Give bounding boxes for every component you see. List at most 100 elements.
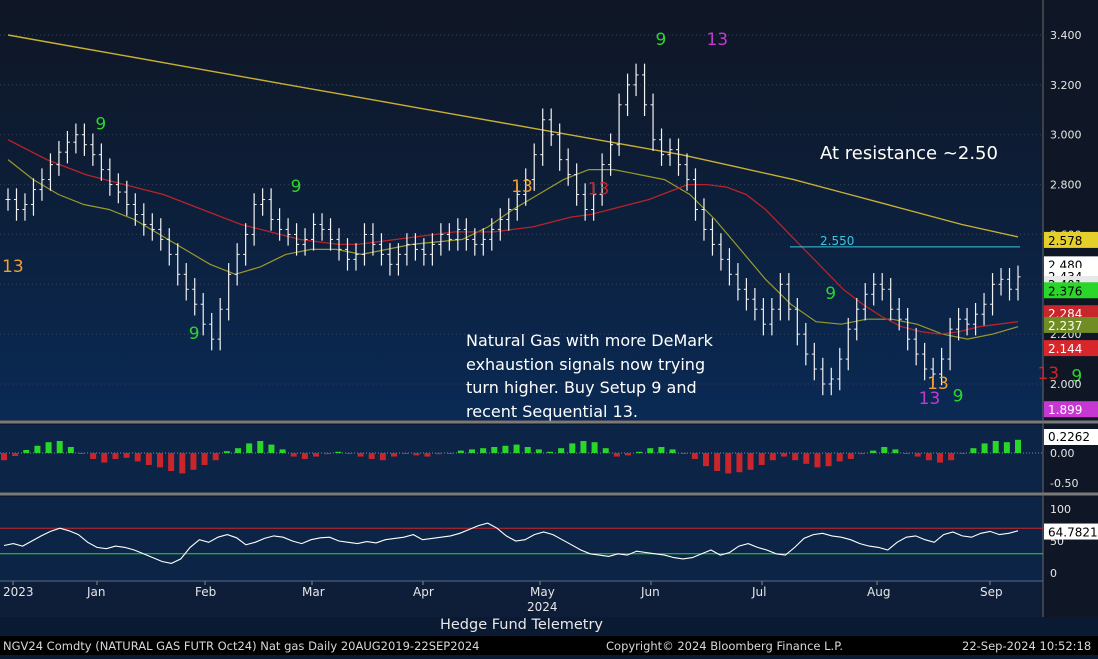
indicator-bar	[847, 453, 854, 459]
indicator-bar	[290, 453, 297, 457]
last-value-label: 2.376	[1048, 284, 1082, 298]
indicator-bar	[625, 453, 631, 456]
time-tick-label: Jun	[640, 585, 660, 599]
time-tick-label: Mar	[302, 585, 325, 599]
demark-count-label: 13	[2, 257, 24, 277]
indicator-bar	[257, 441, 264, 453]
indicator-bar	[246, 443, 253, 453]
ticker-info: NGV24 Comdty (NATURAL GAS FUTR Oct24) Na…	[3, 639, 480, 653]
indicator-bar	[680, 453, 687, 454]
indicator-tick-label: -0.50	[1050, 477, 1078, 490]
indicator-bar	[547, 451, 553, 453]
copyright-text: Copyright© 2024 Bloomberg Finance L.P.	[606, 639, 843, 653]
chart-svg: 2.5501399913 139 1391313 913 9 3.4003.2003.0…	[0, 0, 1098, 617]
price-tick-label: 2.000	[1050, 378, 1082, 391]
rsi-last-label: 64.7821	[1048, 526, 1098, 540]
indicator-bar	[781, 453, 787, 457]
last-value-label: 2.144	[1048, 342, 1082, 356]
indicator-bar	[123, 453, 130, 458]
time-tick-label: Feb	[195, 585, 216, 599]
indicator-bar	[513, 444, 520, 453]
indicator-bar	[179, 453, 186, 474]
time-tick-label: Jul	[751, 585, 766, 599]
indicator-bar	[457, 450, 464, 453]
indicator-bar	[803, 453, 810, 464]
indicator-bar	[446, 453, 453, 454]
last-value-label: 2.237	[1048, 319, 1082, 333]
indicator-bar	[45, 442, 52, 453]
demark-count-label: 9	[825, 284, 836, 304]
indicator-bar	[524, 447, 531, 453]
indicator-bar	[758, 453, 765, 465]
indicator-bar	[959, 453, 966, 454]
indicator-bar	[346, 453, 353, 454]
indicator-bar	[825, 453, 832, 467]
demark-count-label: 13	[706, 30, 728, 50]
indicator-bar	[881, 447, 888, 453]
demark-count-label: 9	[189, 324, 200, 344]
indicator-bar	[925, 453, 932, 461]
last-value-label: 2.578	[1048, 234, 1082, 248]
indicator-bar	[368, 453, 375, 459]
indicator-bar	[413, 453, 420, 456]
demark-count-label: 9	[95, 115, 106, 135]
demark-count-label: 13	[919, 389, 941, 409]
indicator-bar	[981, 443, 988, 453]
indicator-bar	[725, 453, 732, 474]
resistance-level-label: 2.550	[820, 234, 854, 248]
commentary-annotation: Natural Gas with more DeMark exhaustion …	[466, 331, 713, 421]
indicator-bar	[591, 442, 598, 453]
indicator-bar	[23, 450, 30, 453]
footer-bar: NGV24 Comdty (NATURAL GAS FUTR Oct24) Na…	[0, 636, 1098, 655]
indicator-bar	[268, 444, 275, 453]
timestamp-text: 22-Sep-2024 10:52:18	[962, 639, 1092, 653]
indicator-bar	[636, 451, 643, 453]
indicator-bar	[12, 453, 19, 456]
indicator-tick-label: 0.00	[1050, 447, 1075, 460]
indicator-bar	[379, 453, 386, 461]
indicator-bar	[402, 453, 409, 454]
chart-area: 2.550 13 9 9 9 13 13 9 13 9 13 13 9 13 9 3.400 3.200 3.0…	[0, 0, 1098, 655]
indicator-bar	[34, 445, 41, 453]
indicator-bar	[1003, 442, 1010, 453]
indicator-bar	[145, 453, 152, 465]
indicator-bar	[836, 453, 843, 462]
indicator-bar	[301, 453, 308, 459]
price-tick-label: 2.800	[1050, 179, 1082, 192]
indicator-bar	[736, 453, 743, 473]
resistance-annotation: At resistance ~2.50	[820, 143, 998, 164]
time-tick-label: Sep	[980, 585, 1003, 599]
indicator-bar	[112, 453, 119, 459]
indicator-bar	[357, 453, 364, 457]
indicator-bar	[101, 453, 108, 463]
indicator-bar	[1015, 439, 1021, 453]
indicator-bar	[669, 449, 676, 453]
year-label: 2024	[527, 600, 558, 614]
indicator-bar	[424, 453, 431, 457]
credit-text: Hedge Fund Telemetry	[439, 617, 604, 633]
indicator-bar	[134, 453, 141, 462]
price-tick-label: 3.000	[1050, 129, 1082, 142]
price-tick-label: 3.400	[1050, 29, 1082, 42]
indicator-bar	[814, 453, 821, 468]
indicator-bar	[970, 448, 977, 453]
indicator-bar	[335, 451, 342, 453]
indicator-bar	[914, 453, 921, 457]
indicator-bar	[391, 453, 397, 457]
last-value-label: 1.899	[1048, 403, 1082, 417]
indicator-bar	[491, 447, 498, 453]
indicator-bar	[613, 453, 620, 457]
indicator-bar	[658, 447, 665, 453]
indicator-bar	[948, 453, 955, 461]
price-tick-label: 3.200	[1050, 79, 1082, 92]
demark-count-label: 9	[953, 386, 964, 406]
indicator-bar	[90, 453, 97, 459]
indicator-bar	[67, 447, 74, 453]
time-tick-label: May	[530, 585, 555, 599]
indicator-bar	[535, 449, 542, 453]
indicator-bar	[602, 448, 609, 453]
indicator-bar	[992, 441, 999, 453]
indicator-bar	[769, 453, 776, 461]
demark-count-label: 9	[656, 30, 667, 50]
demark-count-label: 9	[291, 177, 302, 197]
